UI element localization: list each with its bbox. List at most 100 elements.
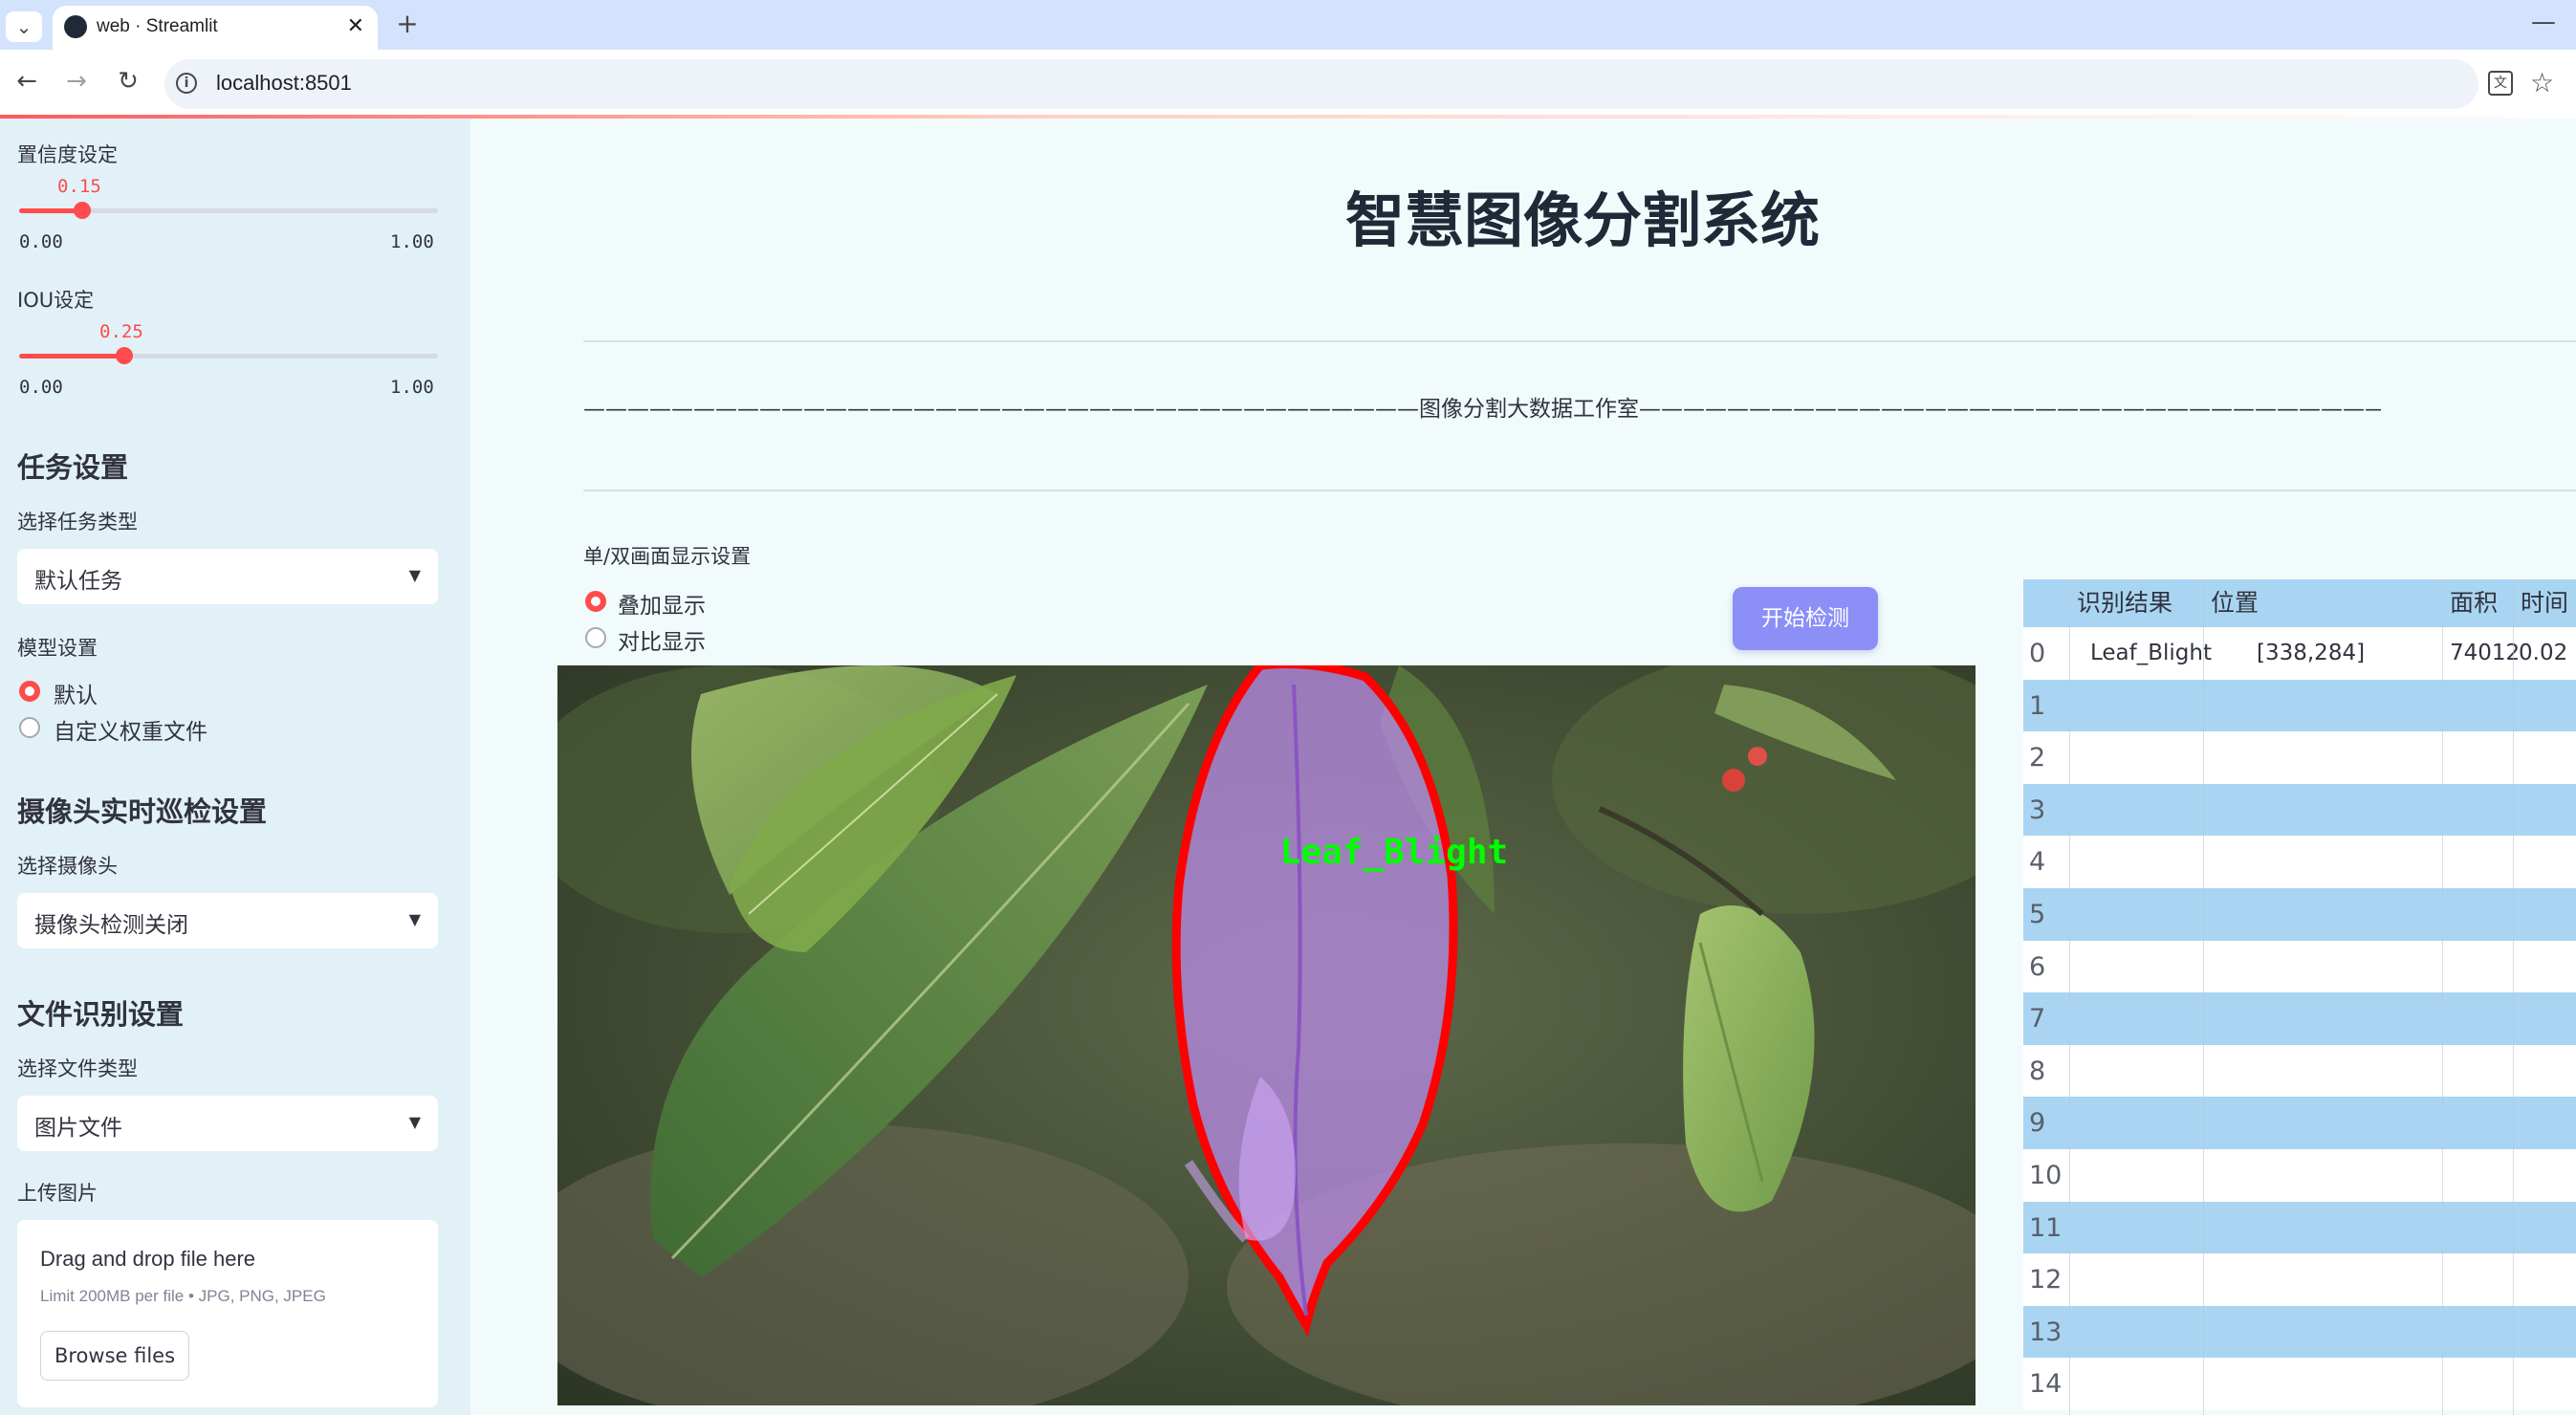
table-row[interactable]: 14: [2023, 1358, 2576, 1411]
display-radio-compare[interactable]: [585, 627, 606, 648]
row-index: 13: [2029, 1317, 2063, 1347]
minimize-icon[interactable]: —: [2524, 10, 2563, 34]
file-type-select[interactable]: 图片文件 ▼: [17, 1096, 438, 1151]
browser-tab[interactable]: web · Streamlit ✕: [53, 6, 378, 50]
new-tab-icon[interactable]: +: [388, 11, 426, 37]
model-radio-default[interactable]: [19, 681, 40, 702]
row-index: 4: [2029, 847, 2046, 878]
iou-slider-thumb[interactable]: [115, 347, 133, 364]
task-type-select[interactable]: 默认任务 ▼: [17, 549, 438, 604]
task-settings-heading: 任务设置: [17, 451, 129, 484]
row-index: 5: [2029, 900, 2046, 929]
camera-select-label: 选择摄像头: [17, 855, 118, 878]
cell-area: 74012: [2450, 641, 2521, 665]
table-row[interactable]: 9: [2023, 1097, 2576, 1150]
chevron-down-icon: ▼: [408, 1113, 421, 1131]
page-title: 智慧图像分割系统: [1344, 185, 1820, 255]
back-icon[interactable]: ←: [8, 69, 46, 94]
table-row[interactable]: 1: [2023, 679, 2576, 732]
display-option-overlay-label: 叠加显示: [618, 594, 706, 619]
column-divider: [2069, 579, 2070, 1415]
table-row[interactable]: 6: [2023, 940, 2576, 993]
row-index: 10: [2029, 1161, 2063, 1190]
confidence-value: 0.15: [57, 176, 101, 197]
browse-files-button[interactable]: Browse files: [40, 1331, 189, 1381]
camera-select[interactable]: 摄像头检测关闭 ▼: [17, 893, 438, 948]
cell-time: 0.02: [2519, 641, 2568, 665]
bookmark-star-icon[interactable]: ☆: [2530, 67, 2554, 98]
segmentation-result-image: Leaf_Blight: [557, 665, 1976, 1405]
studio-banner: ——————————————————————————————————————图像…: [583, 397, 2381, 422]
row-index: 11: [2029, 1212, 2063, 1243]
file-settings-heading: 文件识别设置: [17, 998, 185, 1031]
table-row[interactable]: 12: [2023, 1253, 2576, 1307]
iou-slider-fill: [19, 354, 124, 359]
confidence-slider-fill: [19, 208, 82, 213]
confidence-label: 置信度设定: [17, 143, 118, 166]
streamlit-favicon-icon: [64, 15, 87, 38]
column-header-position[interactable]: 位置: [2203, 579, 2442, 627]
iou-value: 0.25: [99, 321, 143, 342]
display-radio-overlay[interactable]: [585, 591, 606, 612]
file-dropzone[interactable]: Drag and drop file here Limit 200MB per …: [17, 1220, 438, 1407]
row-index: 6: [2029, 951, 2046, 982]
row-index: 14: [2029, 1369, 2063, 1400]
table-header-index: [2023, 579, 2069, 627]
column-divider: [2442, 579, 2443, 1415]
upload-limit-text: Limit 200MB per file • JPG, PNG, JPEG: [40, 1287, 326, 1305]
divider-top: [583, 340, 2576, 342]
results-table[interactable]: 识别结果 位置 面积 时间 0 Leaf_Blight [338,284] 74012…: [2023, 579, 2576, 1415]
leaf-photo-svg: Leaf_Blight: [557, 665, 1976, 1405]
model-option-custom-label: 自定义权重文件: [54, 720, 207, 745]
confidence-slider-thumb[interactable]: [73, 202, 91, 219]
table-row[interactable]: 13: [2023, 1305, 2576, 1359]
display-mode-label: 单/双画面显示设置: [583, 545, 752, 568]
row-index: 3: [2029, 795, 2046, 825]
file-type-label: 选择文件类型: [17, 1057, 138, 1080]
table-row[interactable]: 3: [2023, 783, 2576, 837]
row-index: 8: [2029, 1056, 2046, 1086]
url-text: localhost:8501: [216, 71, 352, 95]
table-row[interactable]: 5: [2023, 888, 2576, 941]
table-row[interactable]: 0 Leaf_Blight [338,284] 74012 0.02: [2023, 627, 2576, 680]
address-bar[interactable]: i localhost:8501 文 ☆: [164, 59, 2554, 109]
reload-icon[interactable]: ↻: [109, 69, 147, 94]
forward-icon[interactable]: →: [57, 69, 96, 94]
tab-close-icon[interactable]: ✕: [347, 14, 364, 38]
row-index: 1: [2029, 690, 2046, 721]
iou-max: 1.00: [390, 377, 434, 398]
start-detection-button[interactable]: 开始检测: [1733, 587, 1878, 650]
table-row[interactable]: 2: [2023, 731, 2576, 785]
model-settings-label: 模型设置: [17, 637, 98, 660]
drop-text: Drag and drop file here: [40, 1247, 256, 1271]
table-row[interactable]: 7: [2023, 992, 2576, 1046]
cell-position: [338,284]: [2257, 641, 2366, 665]
model-radio-custom[interactable]: [19, 717, 40, 738]
tab-title: web · Streamlit: [97, 16, 218, 36]
translate-icon[interactable]: 文: [2488, 71, 2513, 96]
table-row[interactable]: 10: [2023, 1149, 2576, 1202]
confidence-slider[interactable]: [19, 202, 438, 219]
confidence-max: 1.00: [390, 231, 434, 252]
column-header-result[interactable]: 识别结果: [2069, 579, 2203, 627]
table-row[interactable]: 4: [2023, 836, 2576, 889]
tab-list-chevron-icon[interactable]: ⌄: [6, 11, 42, 42]
column-header-time[interactable]: 时间: [2513, 579, 2576, 627]
row-index: 12: [2029, 1265, 2063, 1295]
column-divider: [2203, 579, 2204, 1415]
chevron-down-icon: ▼: [408, 566, 421, 584]
column-header-area[interactable]: 面积: [2442, 579, 2513, 627]
display-option-compare-label: 对比显示: [618, 630, 706, 655]
model-option-default-label: 默认: [54, 684, 98, 708]
camera-settings-heading: 摄像头实时巡检设置: [17, 795, 268, 828]
row-index: 0: [2029, 639, 2046, 668]
cell-result: Leaf_Blight: [2090, 641, 2213, 665]
table-row[interactable]: 8: [2023, 1044, 2576, 1098]
iou-slider[interactable]: [19, 347, 438, 364]
site-info-icon[interactable]: i: [176, 73, 197, 94]
iou-min: 0.00: [19, 377, 63, 398]
table-row[interactable]: 11: [2023, 1201, 2576, 1254]
browser-tab-bar: ⌄ web · Streamlit ✕ + —: [0, 0, 2576, 50]
task-type-label: 选择任务类型: [17, 511, 138, 533]
chevron-down-icon: ▼: [408, 910, 421, 928]
